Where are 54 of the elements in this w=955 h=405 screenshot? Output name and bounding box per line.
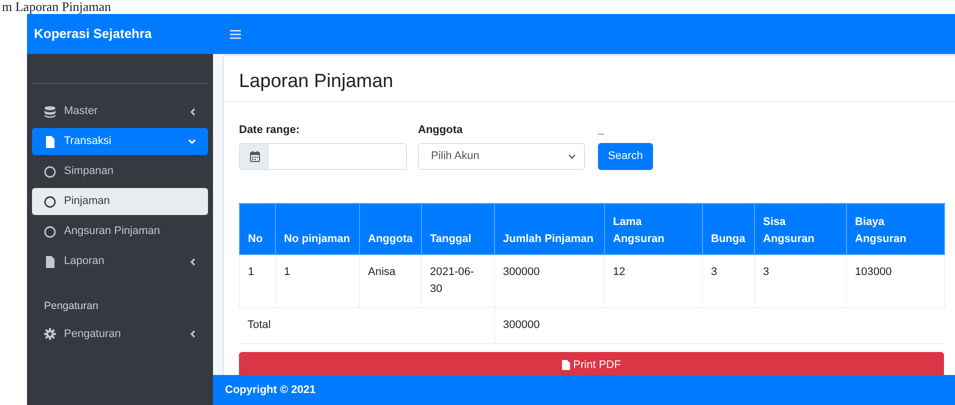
circle-icon bbox=[44, 166, 56, 178]
copyright-text: Copyright © 2021 bbox=[225, 382, 316, 398]
total-value: 300000 bbox=[494, 308, 604, 344]
table-cell: 3 bbox=[702, 254, 754, 308]
calendar-icon bbox=[250, 151, 260, 162]
column-header: Sisa Angsuran bbox=[754, 204, 846, 254]
chevron-left-icon bbox=[190, 108, 196, 116]
chevron-left-icon bbox=[190, 258, 196, 266]
column-header: No bbox=[240, 204, 276, 254]
chevron-left-icon bbox=[190, 330, 196, 338]
date-range-field[interactable] bbox=[239, 143, 407, 170]
table-cell: 103000 bbox=[846, 254, 944, 308]
table-cell: 2021-06-30 bbox=[422, 254, 494, 308]
table-cell: 300000 bbox=[494, 254, 604, 308]
menu-icon[interactable] bbox=[230, 30, 241, 38]
column-header: Lama Angsuran bbox=[604, 204, 702, 254]
database-icon bbox=[44, 106, 56, 118]
file-icon bbox=[562, 360, 570, 370]
column-header: Jumlah Pinjaman bbox=[494, 204, 604, 254]
search-button[interactable]: Search bbox=[598, 143, 653, 170]
column-header: Bunga bbox=[702, 204, 754, 254]
sidebar-menu-item[interactable]: Pengaturan bbox=[32, 320, 208, 348]
file-icon bbox=[44, 256, 56, 268]
column-header: Biaya Angsuran bbox=[846, 204, 944, 254]
field-label: Anggota bbox=[418, 124, 463, 136]
sidebar-menu-item[interactable]: Master bbox=[32, 98, 208, 125]
field-label: Date range: bbox=[239, 124, 300, 136]
column-header: No pinjaman bbox=[276, 204, 360, 254]
chevron-down-icon bbox=[568, 154, 576, 159]
table-cell: 1 bbox=[240, 254, 276, 308]
circle-icon bbox=[44, 226, 56, 238]
print-pdf-button[interactable]: Print PDF bbox=[239, 352, 944, 375]
brand-title[interactable]: Koperasi Sejatehra bbox=[27, 14, 213, 54]
sidebar-subitem[interactable]: Pinjaman bbox=[32, 188, 208, 215]
table-cell: 12 bbox=[604, 254, 702, 308]
sidebar-menu-item[interactable]: Laporan bbox=[32, 248, 208, 275]
column-header: Tanggal bbox=[422, 204, 494, 254]
chevron-down-icon bbox=[188, 138, 196, 144]
settings-icon bbox=[44, 328, 56, 340]
table-cell: Anisa bbox=[360, 254, 422, 308]
circle-icon bbox=[44, 196, 56, 208]
table-cell: 1 bbox=[276, 254, 360, 308]
field-label: _ bbox=[598, 124, 604, 136]
member-select[interactable]: Pilih Akun bbox=[418, 143, 585, 170]
column-header: Anggota bbox=[360, 204, 422, 254]
sidebar-subitem[interactable]: Angsuran Pinjaman bbox=[32, 218, 208, 245]
caption-text: m Laporan Pinjaman bbox=[2, 0, 112, 14]
sidebar-subitem[interactable]: Simpanan bbox=[32, 158, 208, 185]
file-icon bbox=[44, 136, 56, 148]
section-heading: Pengaturan bbox=[44, 300, 98, 312]
table-cell: 3 bbox=[754, 254, 846, 308]
sidebar-menu-item[interactable]: Transaksi bbox=[32, 128, 208, 155]
page-title: Laporan Pinjaman bbox=[239, 71, 394, 92]
total-label: Total bbox=[240, 308, 494, 344]
